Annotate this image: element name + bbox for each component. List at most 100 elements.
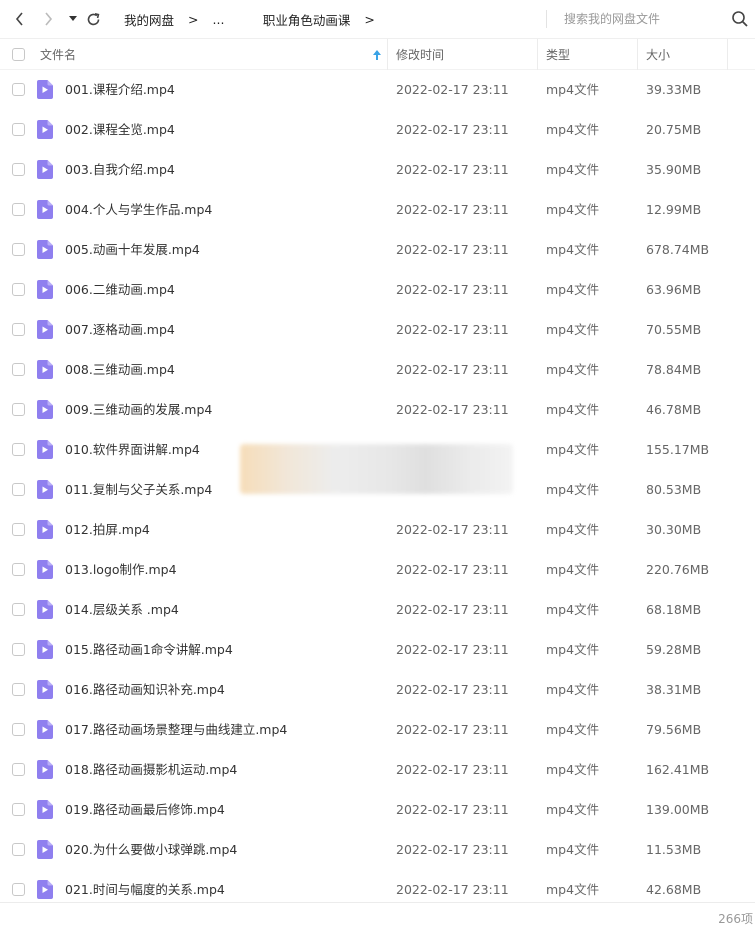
file-name[interactable]: 007.逐格动画.mp4 bbox=[65, 310, 175, 350]
row-checkbox[interactable] bbox=[12, 163, 25, 176]
file-row[interactable]: 005.动画十年发展.mp4 2022-02-17 23:11 mp4文件 678.7… bbox=[0, 230, 755, 270]
file-row[interactable]: 018.路径动画摄影机运动.mp4 2022-02-17 23:11 mp4文件 16… bbox=[0, 750, 755, 790]
row-checkbox[interactable] bbox=[12, 643, 25, 656]
select-all-checkbox[interactable] bbox=[12, 48, 25, 61]
row-checkbox[interactable] bbox=[12, 723, 25, 736]
file-row[interactable]: 002.课程全览.mp4 2022-02-17 23:11 mp4文件 20.75MB bbox=[0, 110, 755, 150]
file-type: mp4文件 bbox=[546, 442, 600, 457]
file-name[interactable]: 019.路径动画最后修饰.mp4 bbox=[65, 790, 225, 830]
row-checkbox[interactable] bbox=[12, 323, 25, 336]
column-name[interactable]: 文件名 bbox=[40, 39, 385, 70]
file-type: mp4文件 bbox=[546, 602, 600, 617]
file-name[interactable]: 015.路径动画1命令讲解.mp4 bbox=[65, 630, 233, 670]
file-row[interactable]: 020.为什么要做小球弹跳.mp4 2022-02-17 23:11 mp4文件 11… bbox=[0, 830, 755, 870]
file-size: 155.17MB bbox=[646, 442, 710, 457]
file-size: 79.56MB bbox=[646, 722, 702, 737]
sort-up-icon[interactable] bbox=[371, 48, 383, 62]
row-checkbox[interactable] bbox=[12, 483, 25, 496]
column-name-label: 文件名 bbox=[40, 48, 77, 62]
file-row[interactable]: 013.logo制作.mp4 2022-02-17 23:11 mp4文件 220.7… bbox=[0, 550, 755, 590]
row-checkbox[interactable] bbox=[12, 83, 25, 96]
file-name[interactable]: 017.路径动画场景整理与曲线建立.mp4 bbox=[65, 710, 287, 750]
file-name[interactable]: 002.课程全览.mp4 bbox=[65, 110, 175, 150]
row-checkbox[interactable] bbox=[12, 443, 25, 456]
file-row[interactable]: 009.三维动画的发展.mp4 2022-02-17 23:11 mp4文件 46.7… bbox=[0, 390, 755, 430]
column-divider[interactable] bbox=[727, 39, 728, 70]
row-checkbox[interactable] bbox=[12, 763, 25, 776]
file-row[interactable]: 017.路径动画场景整理与曲线建立.mp4 2022-02-17 23:11 mp4… bbox=[0, 710, 755, 750]
search-input[interactable] bbox=[556, 8, 726, 30]
row-checkbox[interactable] bbox=[12, 523, 25, 536]
file-row[interactable]: 006.二维动画.mp4 2022-02-17 23:11 mp4文件 63.96MB bbox=[0, 270, 755, 310]
column-divider[interactable] bbox=[637, 39, 638, 70]
row-checkbox[interactable] bbox=[12, 203, 25, 216]
file-row[interactable]: 016.路径动画知识补充.mp4 2022-02-17 23:11 mp4文件 38.… bbox=[0, 670, 755, 710]
back-button[interactable] bbox=[8, 7, 32, 31]
file-row[interactable]: 004.个人与学生作品.mp4 2022-02-17 23:11 mp4文件 12.9… bbox=[0, 190, 755, 230]
video-file-icon bbox=[37, 600, 53, 619]
column-divider[interactable] bbox=[387, 39, 388, 70]
file-name[interactable]: 010.软件界面讲解.mp4 bbox=[65, 430, 200, 470]
file-name[interactable]: 011.复制与父子关系.mp4 bbox=[65, 470, 212, 510]
file-name[interactable]: 005.动画十年发展.mp4 bbox=[65, 230, 200, 270]
forward-button[interactable] bbox=[36, 7, 60, 31]
row-checkbox[interactable] bbox=[12, 563, 25, 576]
file-type: mp4文件 bbox=[546, 242, 600, 257]
column-type[interactable]: 类型 bbox=[546, 39, 636, 70]
row-checkbox[interactable] bbox=[12, 403, 25, 416]
file-name[interactable]: 006.二维动画.mp4 bbox=[65, 270, 175, 310]
caret-down-icon bbox=[69, 16, 77, 22]
column-type-label: 类型 bbox=[546, 48, 571, 62]
video-file-icon bbox=[37, 240, 53, 259]
file-name[interactable]: 009.三维动画的发展.mp4 bbox=[65, 390, 212, 430]
file-modified-date: 2022-02-17 23:11 bbox=[396, 122, 509, 137]
row-checkbox[interactable] bbox=[12, 603, 25, 616]
file-row[interactable]: 012.拍屏.mp4 2022-02-17 23:11 mp4文件 30.30MB bbox=[0, 510, 755, 550]
file-name[interactable]: 001.课程介绍.mp4 bbox=[65, 70, 175, 110]
row-checkbox[interactable] bbox=[12, 883, 25, 896]
breadcrumb-separator: > bbox=[188, 11, 199, 27]
file-type: mp4文件 bbox=[546, 282, 600, 297]
breadcrumb-item-ellipsis[interactable]: ... bbox=[213, 12, 225, 27]
video-file-icon bbox=[37, 280, 53, 299]
file-row[interactable]: 003.自我介绍.mp4 2022-02-17 23:11 mp4文件 35.90MB bbox=[0, 150, 755, 190]
file-name[interactable]: 018.路径动画摄影机运动.mp4 bbox=[65, 750, 237, 790]
file-row[interactable]: 001.课程介绍.mp4 2022-02-17 23:11 mp4文件 39.33MB bbox=[0, 70, 755, 110]
file-name[interactable]: 014.层级关系 .mp4 bbox=[65, 590, 179, 630]
column-modified[interactable]: 修改时间 bbox=[396, 39, 536, 70]
row-checkbox[interactable] bbox=[12, 363, 25, 376]
column-divider[interactable] bbox=[537, 39, 538, 70]
file-type: mp4文件 bbox=[546, 842, 600, 857]
file-name[interactable]: 020.为什么要做小球弹跳.mp4 bbox=[65, 830, 237, 870]
file-name[interactable]: 004.个人与学生作品.mp4 bbox=[65, 190, 212, 230]
row-checkbox[interactable] bbox=[12, 803, 25, 816]
column-size[interactable]: 大小 bbox=[646, 39, 726, 70]
row-checkbox[interactable] bbox=[12, 683, 25, 696]
toolbar: 我的网盘 > ... > 职业角色动画课 > bbox=[0, 0, 755, 38]
redacted-overlay bbox=[240, 444, 513, 494]
search-icon[interactable] bbox=[731, 10, 749, 28]
file-modified-date: 2022-02-17 23:11 bbox=[396, 402, 509, 417]
file-name[interactable]: 012.拍屏.mp4 bbox=[65, 510, 150, 550]
breadcrumb-item-current[interactable]: 职业角色动画课 bbox=[263, 10, 351, 29]
file-type: mp4文件 bbox=[546, 322, 600, 337]
row-checkbox[interactable] bbox=[12, 283, 25, 296]
file-row[interactable]: 008.三维动画.mp4 2022-02-17 23:11 mp4文件 78.84MB bbox=[0, 350, 755, 390]
row-checkbox[interactable] bbox=[12, 243, 25, 256]
file-row[interactable]: 019.路径动画最后修饰.mp4 2022-02-17 23:11 mp4文件 139… bbox=[0, 790, 755, 830]
file-row[interactable]: 014.层级关系 .mp4 2022-02-17 23:11 mp4文件 68.18M… bbox=[0, 590, 755, 630]
file-type: mp4文件 bbox=[546, 362, 600, 377]
file-size: 35.90MB bbox=[646, 162, 702, 177]
file-name[interactable]: 013.logo制作.mp4 bbox=[65, 550, 177, 590]
file-name[interactable]: 003.自我介绍.mp4 bbox=[65, 150, 175, 190]
file-row[interactable]: 007.逐格动画.mp4 2022-02-17 23:11 mp4文件 70.55MB bbox=[0, 310, 755, 350]
row-checkbox[interactable] bbox=[12, 123, 25, 136]
row-checkbox[interactable] bbox=[12, 843, 25, 856]
file-row[interactable]: 015.路径动画1命令讲解.mp4 2022-02-17 23:11 mp4文件 59… bbox=[0, 630, 755, 670]
breadcrumb-item-root[interactable]: 我的网盘 bbox=[124, 10, 174, 29]
file-name[interactable]: 016.路径动画知识补充.mp4 bbox=[65, 670, 225, 710]
file-type: mp4文件 bbox=[546, 82, 600, 97]
refresh-button[interactable] bbox=[81, 7, 105, 31]
column-modified-label: 修改时间 bbox=[396, 48, 445, 62]
file-name[interactable]: 008.三维动画.mp4 bbox=[65, 350, 175, 390]
